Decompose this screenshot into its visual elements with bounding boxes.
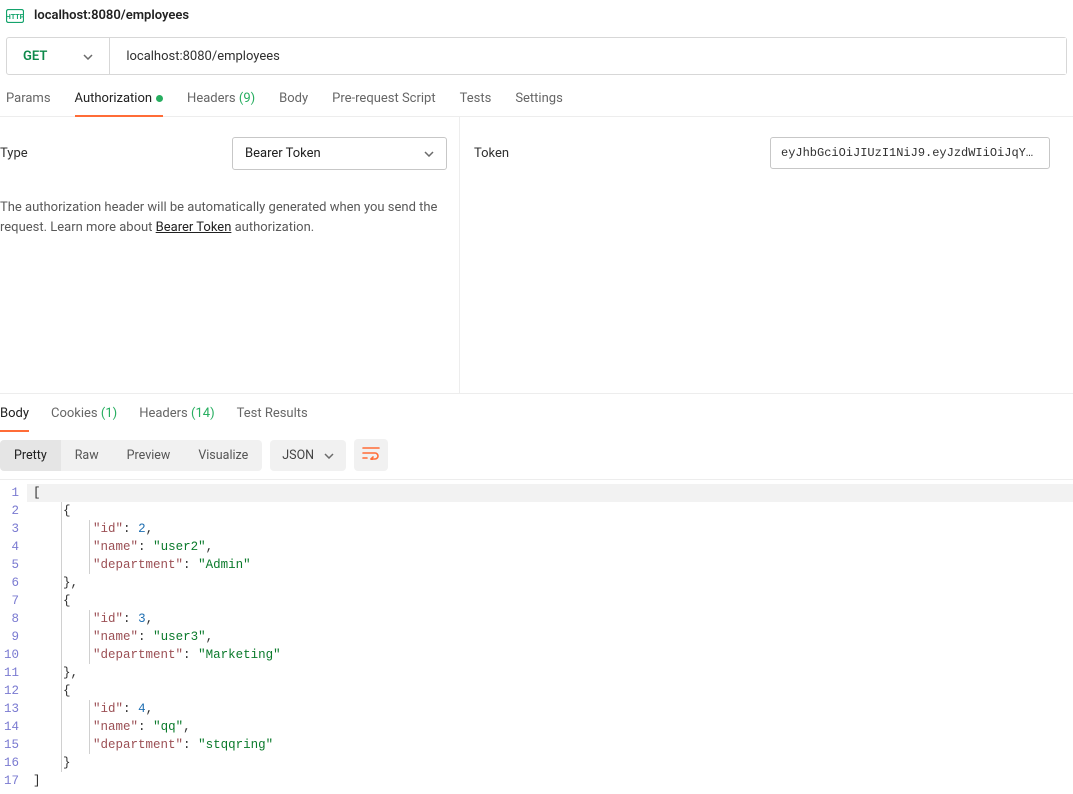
code-line-number: 2 — [4, 502, 19, 520]
res-tab-headers-count: (14) — [191, 406, 215, 421]
code-line-number: 6 — [4, 574, 19, 592]
code-line-number: 16 — [4, 754, 19, 772]
response-format-label: JSON — [282, 448, 314, 463]
tab-headers-count: (9) — [239, 91, 255, 106]
request-config-tabs: Params Authorization Headers (9) Body Pr… — [0, 75, 1073, 117]
chevron-down-icon — [83, 49, 93, 64]
chevron-down-icon — [424, 146, 434, 161]
code-line-number: 15 — [4, 736, 19, 754]
code-line-number: 14 — [4, 718, 19, 736]
code-line: { — [27, 682, 1073, 700]
code-line-number: 12 — [4, 682, 19, 700]
view-raw-button[interactable]: Raw — [61, 440, 113, 471]
code-line-number: 10 — [4, 646, 19, 664]
code-line-number: 13 — [4, 700, 19, 718]
res-tab-cookies[interactable]: Cookies (1) — [51, 406, 117, 431]
auth-right-pane: Token eyJhbGciOiJIUzI1NiJ9.eyJzdWIiOiJqY… — [460, 117, 1073, 393]
code-line-number: 8 — [4, 610, 19, 628]
authorization-panel: Type Bearer Token The authorization head… — [0, 117, 1073, 393]
code-line: [ — [27, 484, 1073, 502]
request-url-input[interactable]: localhost:8080/employees — [110, 38, 1066, 74]
request-tab-header: HTTP localhost:8080/employees — [0, 0, 1073, 37]
code-line: "name": "user2", — [27, 538, 1073, 556]
tab-prerequest[interactable]: Pre-request Script — [332, 91, 435, 116]
line-wrap-icon — [362, 446, 380, 464]
auth-type-select[interactable]: Bearer Token — [232, 137, 447, 170]
auth-type-label: Type — [0, 146, 232, 161]
http-icon: HTTP — [6, 9, 24, 23]
res-tab-cookies-label: Cookies — [51, 406, 98, 421]
code-line: ] — [27, 772, 1073, 790]
auth-help-link[interactable]: Bearer Token — [156, 220, 232, 235]
view-visualize-button[interactable]: Visualize — [184, 440, 262, 471]
tab-tests[interactable]: Tests — [460, 91, 492, 116]
auth-active-dot-icon — [156, 95, 163, 102]
response-format-select[interactable]: JSON — [270, 440, 346, 471]
code-line-number: 4 — [4, 538, 19, 556]
svg-text:HTTP: HTTP — [6, 12, 24, 21]
response-section: Body Cookies (1) Headers (14) Test Resul… — [0, 393, 1073, 794]
code-line: }, — [27, 574, 1073, 592]
code-line: }, — [27, 664, 1073, 682]
code-gutter: 1234567891011121314151617 — [0, 480, 27, 794]
http-method-label: GET — [23, 49, 47, 64]
view-pretty-button[interactable]: Pretty — [0, 440, 61, 471]
code-line-number: 5 — [4, 556, 19, 574]
response-tabs: Body Cookies (1) Headers (14) Test Resul… — [0, 394, 1073, 431]
tab-params[interactable]: Params — [6, 91, 51, 116]
code-line-number: 7 — [4, 592, 19, 610]
auth-help-text: The authorization header will be automat… — [0, 198, 453, 238]
auth-token-label: Token — [474, 146, 770, 161]
view-preview-button[interactable]: Preview — [113, 440, 185, 471]
tab-settings[interactable]: Settings — [515, 91, 562, 116]
auth-left-pane: Type Bearer Token The authorization head… — [0, 117, 460, 393]
code-line: "department": "Marketing" — [27, 646, 1073, 664]
request-url-bar: GET localhost:8080/employees — [6, 37, 1067, 75]
response-body-code: 1234567891011121314151617 [ { "id": 2, "… — [0, 479, 1073, 794]
res-tab-test-results[interactable]: Test Results — [237, 406, 308, 431]
code-line-number: 1 — [4, 484, 19, 502]
response-view-segment: Pretty Raw Preview Visualize — [0, 440, 262, 471]
res-tab-headers-label: Headers — [139, 406, 188, 421]
code-area[interactable]: [ { "id": 2, "name": "user2", "departmen… — [27, 480, 1073, 794]
code-line-number: 9 — [4, 628, 19, 646]
tab-body[interactable]: Body — [279, 91, 308, 116]
auth-token-row: Token eyJhbGciOiJIUzI1NiJ9.eyJzdWIiOiJqY… — [474, 137, 1053, 169]
line-wrap-button[interactable] — [354, 439, 388, 471]
code-line-number: 11 — [4, 664, 19, 682]
http-method-select[interactable]: GET — [7, 38, 110, 74]
tab-authorization-label: Authorization — [75, 91, 153, 106]
tab-headers-label: Headers — [187, 91, 236, 106]
code-line: "id": 3, — [27, 610, 1073, 628]
tab-headers[interactable]: Headers (9) — [187, 91, 255, 116]
code-line: } — [27, 754, 1073, 772]
code-line: { — [27, 502, 1073, 520]
code-line: "name": "user3", — [27, 628, 1073, 646]
chevron-down-icon — [324, 448, 334, 463]
response-toolbar: Pretty Raw Preview Visualize JSON — [0, 431, 1073, 479]
res-tab-body[interactable]: Body — [0, 406, 29, 431]
code-line: "id": 2, — [27, 520, 1073, 538]
code-line: "department": "Admin" — [27, 556, 1073, 574]
auth-type-row: Type Bearer Token — [0, 137, 453, 170]
code-line-number: 17 — [4, 772, 19, 790]
code-line: "id": 4, — [27, 700, 1073, 718]
request-url-text: localhost:8080/employees — [126, 49, 280, 64]
res-tab-headers[interactable]: Headers (14) — [139, 406, 214, 431]
res-tab-cookies-count: (1) — [101, 406, 117, 421]
code-line-number: 3 — [4, 520, 19, 538]
code-line: "department": "stqqring" — [27, 736, 1073, 754]
auth-type-value: Bearer Token — [245, 146, 321, 161]
auth-help-post: authorization. — [231, 220, 314, 235]
request-tab-title: localhost:8080/employees — [34, 8, 189, 23]
code-line: "name": "qq", — [27, 718, 1073, 736]
auth-token-input[interactable]: eyJhbGciOiJIUzI1NiJ9.eyJzdWIiOiJqYXZhV — [770, 137, 1050, 169]
code-line: { — [27, 592, 1073, 610]
tab-authorization[interactable]: Authorization — [75, 91, 164, 116]
